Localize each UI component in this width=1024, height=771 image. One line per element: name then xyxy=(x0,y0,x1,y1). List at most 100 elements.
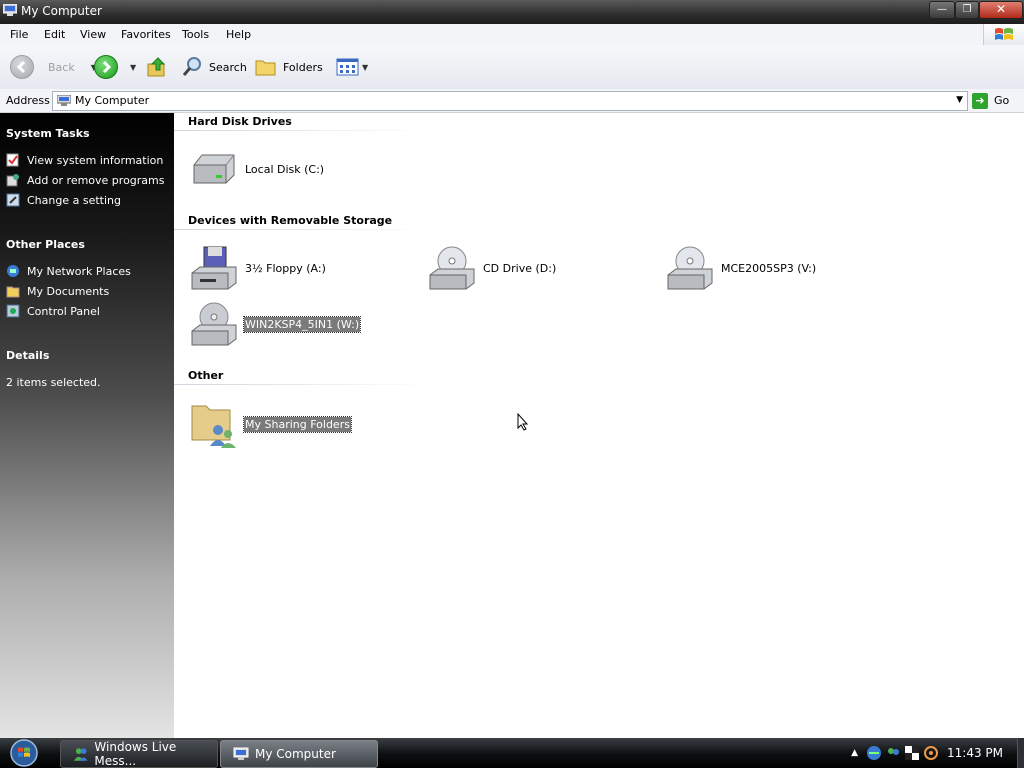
checkered-tray-icon[interactable] xyxy=(904,745,920,761)
view-system-information-link[interactable]: View system information xyxy=(6,153,163,167)
link-label: My Network Places xyxy=(27,264,131,278)
link-label: Control Panel xyxy=(27,304,100,318)
task-label: Windows Live Mess... xyxy=(94,740,177,768)
cd-drive-icon xyxy=(667,246,713,290)
folders-icon xyxy=(255,60,276,76)
folders-button[interactable]: Folders xyxy=(255,45,323,89)
back-arrow-icon xyxy=(10,55,34,79)
title-bar: My Computer — ❐ ✕ xyxy=(0,0,1024,24)
drive-label: Local Disk (C:) xyxy=(245,162,325,176)
task-label: My Computer xyxy=(255,747,336,761)
link-label: Add or remove programs xyxy=(27,173,165,187)
system-tasks-title: System Tasks xyxy=(6,127,90,140)
hard-disk-group-title: Hard Disk Drives xyxy=(188,115,292,128)
up-button[interactable] xyxy=(146,45,168,89)
system-info-icon xyxy=(6,153,19,167)
cd-drive-d[interactable]: CD Drive (D:) xyxy=(428,245,557,291)
windows-logo xyxy=(983,24,1024,45)
menu-tools[interactable]: Tools xyxy=(182,28,209,41)
floppy-drive-icon xyxy=(191,246,237,290)
start-button[interactable] xyxy=(6,738,44,768)
system-tray: ▲ 11:43 PM xyxy=(851,738,1024,768)
taskbar-button-messenger[interactable]: Windows Live Mess... xyxy=(60,740,218,768)
cd-drive-icon xyxy=(191,302,237,346)
link-label: Change a setting xyxy=(27,193,121,207)
hard-disk-icon xyxy=(193,154,235,184)
drive-label: 3½ Floppy (A:) xyxy=(245,261,326,275)
go-button[interactable]: ➜ Go xyxy=(972,91,1009,110)
local-disk-c[interactable]: Local Disk (C:) xyxy=(190,151,325,187)
add-remove-programs-icon xyxy=(6,174,19,187)
drive-label: MCE2005SP3 (V:) xyxy=(721,261,817,275)
forward-dropdown-icon[interactable]: ▼ xyxy=(130,63,136,72)
restore-button[interactable]: ❐ xyxy=(955,1,979,19)
mouse-cursor-icon xyxy=(517,413,529,431)
drive-label: WIN2KSP4_5IN1 (W:) xyxy=(242,315,362,333)
control-panel-setting-icon xyxy=(6,193,20,207)
search-label: Search xyxy=(209,60,247,74)
windows-flag-icon xyxy=(995,28,1013,40)
removable-group-title: Devices with Removable Storage xyxy=(188,214,393,227)
taskbar-button-my-computer[interactable]: My Computer xyxy=(220,740,378,768)
messenger-icon xyxy=(73,748,88,761)
link-label: View system information xyxy=(27,153,164,167)
computer-icon xyxy=(57,95,71,106)
control-panel-link[interactable]: Control Panel xyxy=(6,304,100,318)
my-computer-icon xyxy=(233,747,249,760)
cd-drive-w[interactable]: WIN2KSP4_5IN1 (W:) xyxy=(190,301,362,347)
address-value: My Computer xyxy=(75,94,150,107)
menu-view[interactable]: View xyxy=(80,28,106,41)
control-panel-icon xyxy=(6,304,20,318)
drive-label: CD Drive (D:) xyxy=(483,261,557,275)
my-network-places-link[interactable]: My Network Places xyxy=(6,264,131,278)
address-bar: Address My Computer ▼ ➜ Go xyxy=(0,89,1024,113)
menu-bar: File Edit View Favorites Tools Help xyxy=(0,24,1024,46)
volume-tray-icon[interactable] xyxy=(923,745,939,761)
views-dropdown-icon[interactable]: ▼ xyxy=(362,63,368,72)
content-area: Hard Disk Drives Local Disk (C:) Devices… xyxy=(174,113,1024,738)
network-tray-icon[interactable] xyxy=(866,745,882,761)
task-pane: System Tasks View system information Add… xyxy=(0,113,174,738)
change-setting-link[interactable]: Change a setting xyxy=(6,193,121,207)
address-label: Address xyxy=(6,94,50,107)
search-button[interactable]: Search xyxy=(181,45,247,89)
show-desktop-button[interactable] xyxy=(1017,738,1024,768)
start-orb-icon xyxy=(10,739,38,767)
sharing-folder-icon xyxy=(191,405,236,448)
cd-drive-v[interactable]: MCE2005SP3 (V:) xyxy=(666,245,817,291)
address-input[interactable]: My Computer ▼ xyxy=(52,91,968,111)
close-icon: ✕ xyxy=(995,2,1007,16)
address-dropdown-icon[interactable]: ▼ xyxy=(956,95,963,105)
go-arrow-icon: ➜ xyxy=(972,92,988,109)
details-text: 2 items selected. xyxy=(6,376,101,389)
back-button[interactable]: Back ▼ xyxy=(10,45,97,89)
toolbar: Back ▼ ▼ Search Folders ▼ xyxy=(0,45,1024,90)
my-documents-link[interactable]: My Documents xyxy=(6,284,109,298)
minimize-icon: — xyxy=(937,4,947,15)
floppy-drive-a[interactable]: 3½ Floppy (A:) xyxy=(190,245,327,291)
menu-help[interactable]: Help xyxy=(226,28,251,41)
show-hidden-icons-icon[interactable]: ▲ xyxy=(851,748,858,758)
menu-file[interactable]: File xyxy=(10,28,28,41)
link-label: My Documents xyxy=(27,284,110,298)
cd-drive-icon xyxy=(429,246,475,290)
views-icon xyxy=(336,58,359,76)
clock[interactable]: 11:43 PM xyxy=(947,746,1003,760)
minimize-button[interactable]: — xyxy=(929,1,955,19)
network-places-icon xyxy=(7,265,19,277)
forward-button[interactable]: ▼ xyxy=(94,45,136,89)
menu-favorites[interactable]: Favorites xyxy=(121,28,171,41)
close-button[interactable]: ✕ xyxy=(979,1,1023,19)
views-button[interactable]: ▼ xyxy=(336,45,368,89)
search-icon xyxy=(182,57,201,76)
my-documents-icon xyxy=(6,286,20,298)
back-label: Back xyxy=(48,60,75,74)
menu-edit[interactable]: Edit xyxy=(44,28,65,41)
restore-icon: ❐ xyxy=(962,4,972,15)
taskbar: Windows Live Mess... My Computer ▲ 11:43… xyxy=(0,738,1024,768)
messenger-tray-icon[interactable] xyxy=(885,745,901,761)
add-remove-programs-link[interactable]: Add or remove programs xyxy=(6,173,165,187)
my-sharing-folders[interactable]: My Sharing Folders xyxy=(190,400,352,448)
window-title: My Computer xyxy=(21,4,102,18)
group-divider xyxy=(174,229,434,230)
